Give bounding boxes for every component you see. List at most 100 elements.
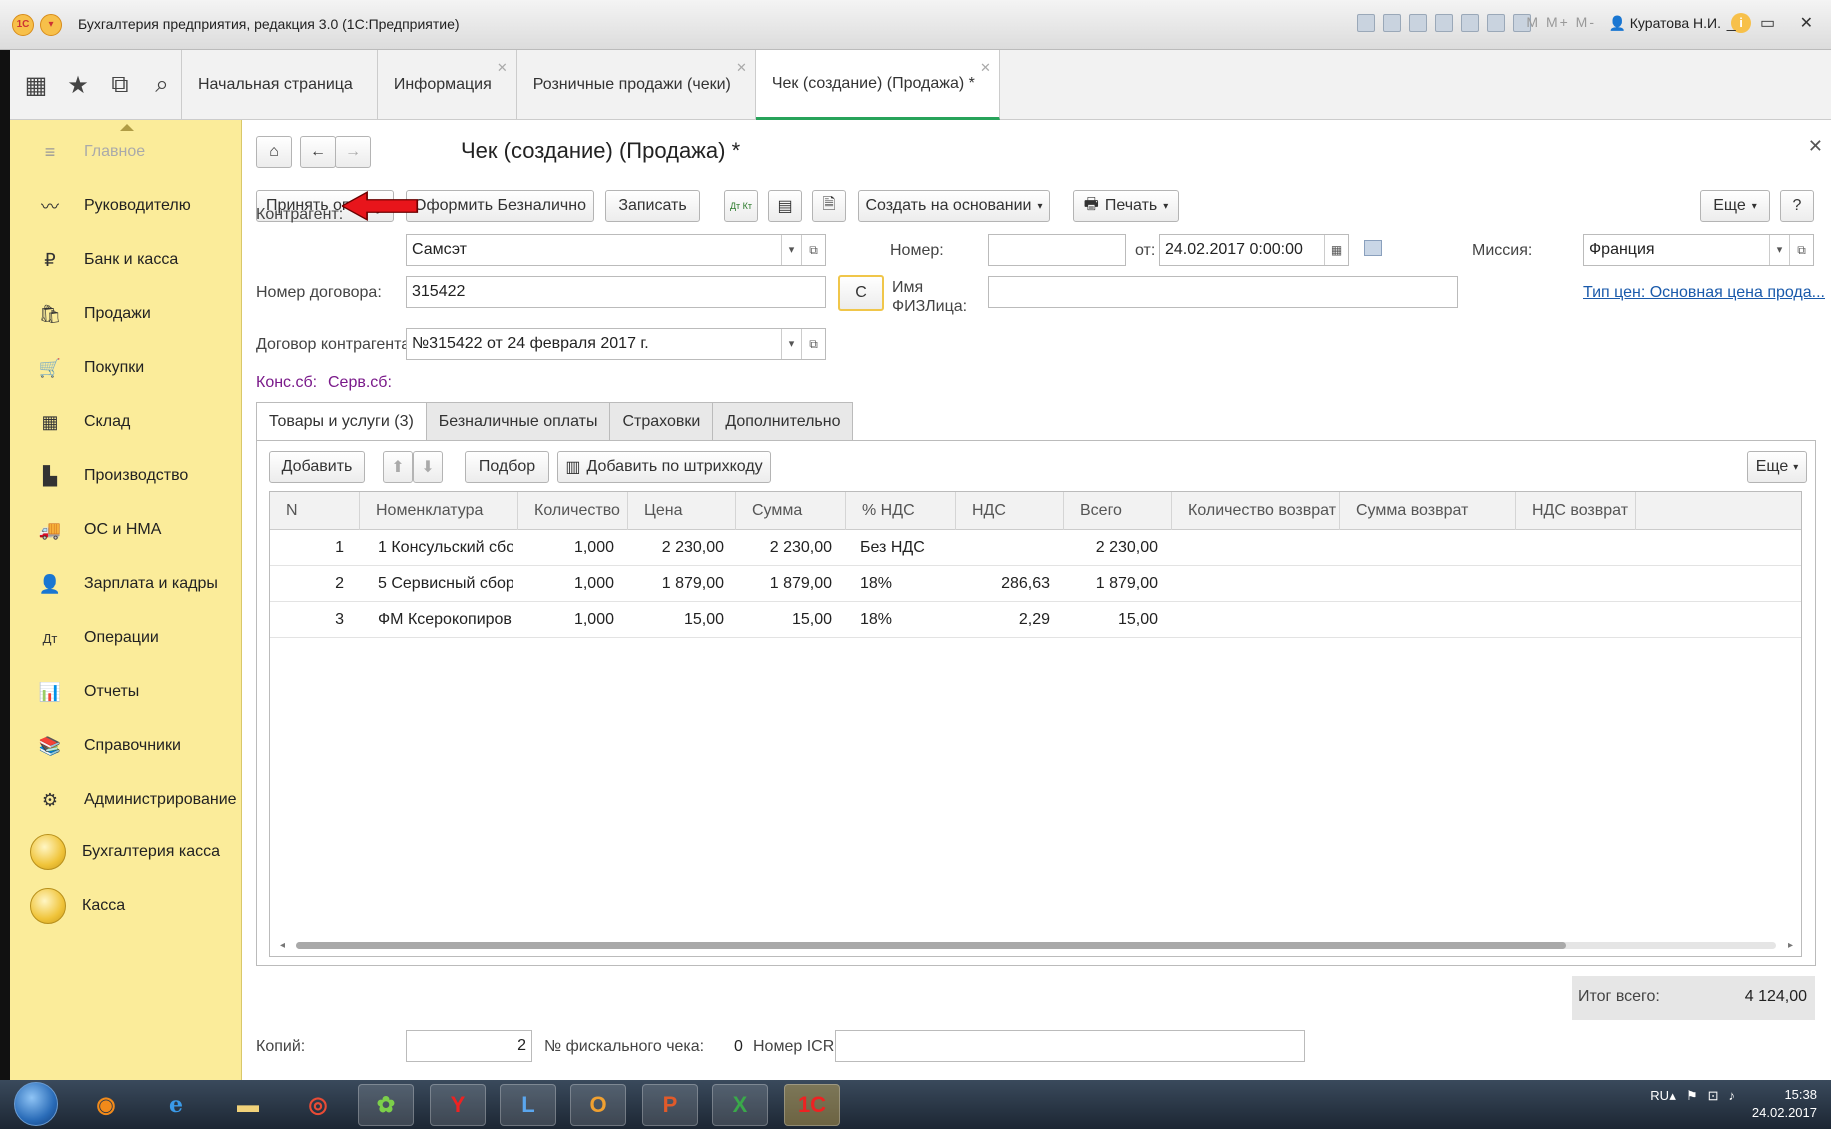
current-user[interactable]: 👤 Куратова Н.И. bbox=[1608, 15, 1721, 32]
tab-receipt-create[interactable]: Чек (создание) (Продажа) * ✕ bbox=[755, 50, 1000, 120]
scroll-thumb[interactable] bbox=[296, 942, 1566, 949]
print-icon[interactable] bbox=[1383, 14, 1401, 32]
language-indicator[interactable]: RU bbox=[1650, 1088, 1669, 1103]
column-header[interactable]: Номенклатура bbox=[360, 492, 518, 530]
column-header[interactable]: Количество возврат bbox=[1172, 492, 1340, 530]
column-header[interactable]: Сумма возврат bbox=[1340, 492, 1516, 530]
column-header[interactable]: НДС возврат bbox=[1516, 492, 1636, 530]
create-based-on-button[interactable]: Создать на основании ▾ bbox=[858, 190, 1050, 222]
table-row[interactable]: 1 1 Консульский сбо... 1,000 2 230,00 2 … bbox=[270, 530, 1801, 566]
counterparty-field[interactable]: Самсэт ▾ ⧉ bbox=[406, 234, 826, 266]
history-icon[interactable] bbox=[1461, 14, 1479, 32]
contract-field[interactable]: №315422 от 24 февраля 2017 г. ▾ ⧉ bbox=[406, 328, 826, 360]
home-button[interactable]: ⌂ bbox=[256, 136, 292, 168]
save-button[interactable]: Записать bbox=[605, 190, 700, 222]
sidebar-item-production[interactable]: ▙ Производство bbox=[10, 456, 242, 496]
column-header[interactable]: НДС bbox=[956, 492, 1064, 530]
star-icon[interactable]: ★ bbox=[64, 71, 92, 100]
tab-goods-services[interactable]: Товары и услуги (3) bbox=[256, 402, 427, 440]
cashless-button[interactable]: Оформить Безналично bbox=[406, 190, 594, 222]
green-app-icon[interactable]: ✿ bbox=[358, 1084, 414, 1126]
search-icon[interactable]: ⌕ bbox=[148, 71, 176, 99]
1c-app-icon[interactable]: 1C bbox=[784, 1084, 840, 1126]
main-menu-dropdown-icon[interactable]: ▾ bbox=[40, 14, 62, 36]
help-button[interactable]: ? bbox=[1780, 190, 1814, 222]
chevron-down-icon[interactable]: ▾ bbox=[1769, 235, 1789, 265]
sidebar-item-warehouse[interactable]: ▦ Склад bbox=[10, 402, 242, 442]
date-picker-icon[interactable] bbox=[1364, 240, 1382, 256]
favorites-icon[interactable] bbox=[1435, 14, 1453, 32]
column-header[interactable]: Количество bbox=[518, 492, 628, 530]
add-row-button[interactable]: Добавить bbox=[269, 451, 365, 483]
close-icon[interactable]: ✕ bbox=[980, 60, 991, 76]
start-button[interactable] bbox=[14, 1082, 58, 1126]
powerpoint-icon[interactable]: P bbox=[642, 1084, 698, 1126]
attached-files-button[interactable]: 🗎 bbox=[812, 190, 846, 222]
table-row[interactable]: 2 5 Сервисный сбор... 1,000 1 879,00 1 8… bbox=[270, 566, 1801, 602]
move-down-button[interactable]: ⬇ bbox=[413, 451, 443, 483]
date-field[interactable]: 24.02.2017 0:00:00 ▦ bbox=[1159, 234, 1349, 266]
close-form-icon[interactable]: ✕ bbox=[1808, 136, 1823, 157]
lync-icon[interactable]: L bbox=[500, 1084, 556, 1126]
sidebar-item-reports[interactable]: 📊 Отчеты bbox=[10, 672, 242, 712]
tab-cashless[interactable]: Безналичные оплаты bbox=[425, 402, 611, 440]
sidebar-item-cash[interactable]: Касса bbox=[10, 886, 242, 926]
more-button[interactable]: Еще ▾ bbox=[1700, 190, 1770, 222]
excel-icon[interactable]: X bbox=[712, 1084, 768, 1126]
copies-field[interactable]: 2 bbox=[406, 1030, 532, 1062]
table-more-button[interactable]: Еще ▾ bbox=[1747, 451, 1807, 483]
dt-kt-button[interactable]: Дт Кт bbox=[724, 190, 758, 222]
file-explorer-icon[interactable]: ▬ bbox=[220, 1084, 276, 1126]
memory-buttons[interactable]: M M+ M- bbox=[1526, 14, 1596, 30]
sidebar-item-admin[interactable]: ⚙ Администрирование bbox=[10, 780, 242, 820]
column-header[interactable]: Сумма bbox=[736, 492, 846, 530]
sidebar-item-salary[interactable]: 👤 Зарплата и кадры bbox=[10, 564, 242, 604]
back-button[interactable]: ← bbox=[300, 136, 336, 168]
app-logo-icon[interactable]: 1С bbox=[12, 14, 34, 36]
chevron-down-icon[interactable]: ▾ bbox=[781, 235, 801, 265]
apps-grid-icon[interactable]: ▦ bbox=[22, 71, 50, 100]
sidebar-item-sales[interactable]: 🛍 Продажи bbox=[10, 294, 242, 334]
calendar-icon[interactable]: ▦ bbox=[1324, 235, 1348, 265]
contract-number-field[interactable]: 315422 bbox=[406, 276, 826, 308]
column-header[interactable]: Цена bbox=[628, 492, 736, 530]
icr-field[interactable] bbox=[835, 1030, 1305, 1062]
number-field[interactable] bbox=[988, 234, 1126, 266]
c-button[interactable]: С bbox=[838, 275, 884, 311]
chevron-down-icon[interactable]: ▾ bbox=[781, 329, 801, 359]
scroll-right-icon[interactable]: ▸ bbox=[1788, 940, 1793, 951]
print-button[interactable]: 🖶 Печать ▾ bbox=[1073, 190, 1179, 222]
add-by-barcode-button[interactable]: ▥ Добавить по штрихкоду bbox=[557, 451, 771, 483]
scroll-left-icon[interactable]: ◂ bbox=[280, 940, 285, 951]
firefox-icon[interactable]: ◉ bbox=[78, 1084, 134, 1126]
column-header[interactable]: % НДС bbox=[846, 492, 956, 530]
sidebar-item-operations[interactable]: Дт Операции bbox=[10, 618, 242, 658]
pick-button[interactable]: Подбор bbox=[465, 451, 549, 483]
sidebar-item-main[interactable]: ≡ Главное bbox=[10, 132, 242, 172]
open-icon[interactable]: ⧉ bbox=[801, 329, 825, 359]
sidebar-item-purchases[interactable]: 🛒 Покупки bbox=[10, 348, 242, 388]
document-list-button[interactable]: ▤ bbox=[768, 190, 802, 222]
mission-field[interactable]: Франция ▾ ⧉ bbox=[1583, 234, 1814, 266]
save-icon[interactable] bbox=[1357, 14, 1375, 32]
tab-home[interactable]: Начальная страница bbox=[182, 50, 378, 120]
move-up-button[interactable]: ⬆ bbox=[383, 451, 413, 483]
window-controls[interactable]: _ ▭ ✕ bbox=[1727, 13, 1823, 33]
horizontal-scrollbar[interactable]: ◂ ▸ bbox=[280, 940, 1793, 951]
calculator-icon[interactable] bbox=[1487, 14, 1505, 32]
preview-icon[interactable] bbox=[1409, 14, 1427, 32]
sidebar-item-references[interactable]: 📚 Справочники bbox=[10, 726, 242, 766]
internet-explorer-icon[interactable]: e bbox=[148, 1084, 204, 1126]
clock[interactable]: 15:38 24.02.2017 bbox=[1752, 1086, 1817, 1122]
column-header[interactable]: Всего bbox=[1064, 492, 1172, 530]
forward-button[interactable]: → bbox=[335, 136, 371, 168]
person-name-field[interactable] bbox=[988, 276, 1458, 308]
close-icon[interactable]: ✕ bbox=[736, 60, 747, 76]
column-header[interactable]: N bbox=[270, 492, 360, 530]
open-icon[interactable]: ⧉ bbox=[801, 235, 825, 265]
history-icon[interactable]: ⧉ bbox=[106, 71, 134, 99]
sidebar-item-manager[interactable]: 〰 Руководителю bbox=[10, 186, 242, 226]
tab-info[interactable]: Информация ✕ bbox=[378, 50, 517, 120]
table-row[interactable]: 3 ФМ Ксерокопиров... 1,000 15,00 15,00 1… bbox=[270, 602, 1801, 638]
close-icon[interactable]: ✕ bbox=[497, 60, 508, 76]
